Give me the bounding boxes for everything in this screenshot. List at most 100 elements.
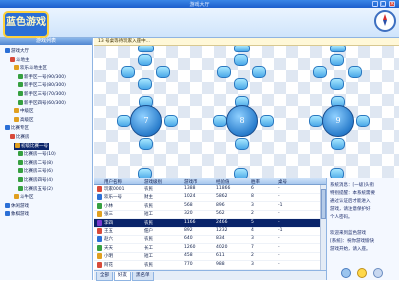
chair[interactable] — [235, 138, 249, 150]
chat-line: [系统]：祝你游戏愉快 — [330, 239, 375, 244]
avatar-icon — [97, 186, 102, 192]
tree-item[interactable]: 斗地主 — [10, 56, 30, 64]
settings-icon[interactable] — [373, 268, 383, 278]
cell-name: 张三 — [104, 212, 113, 218]
cell-table: - — [278, 186, 280, 191]
cell-coins: 1260 — [184, 244, 196, 250]
chair[interactable] — [356, 115, 370, 127]
folder-icon — [18, 185, 23, 191]
tree-item[interactable]: 欢乐斗地主区 — [14, 65, 47, 72]
cell-name: 小林 — [104, 203, 113, 209]
chair[interactable] — [213, 115, 227, 127]
tree-item[interactable]: 比赛房五号(2) — [18, 185, 53, 193]
maximize-button[interactable]: □ — [380, 1, 386, 7]
minimize-button[interactable]: _ — [372, 1, 378, 7]
cell-rate: 2 — [251, 253, 254, 259]
window-title: 游戏大厅 — [189, 2, 210, 8]
folder-icon — [14, 116, 19, 122]
folder-icon — [5, 211, 10, 217]
chair[interactable] — [138, 46, 154, 52]
chair[interactable] — [139, 138, 153, 150]
chair[interactable] — [330, 46, 346, 52]
cell-coins: 1024 — [184, 194, 196, 200]
compass-icon — [374, 10, 396, 32]
tree-item[interactable]: 新手区一号(90/300) — [18, 73, 66, 81]
cell-coins: 892 — [184, 228, 193, 233]
chair[interactable] — [121, 66, 135, 78]
folder-icon — [5, 202, 10, 208]
chair[interactable] — [138, 78, 152, 90]
tree-item[interactable]: 比赛房四号(4) — [18, 177, 53, 184]
cell-exp: 11866 — [216, 186, 231, 191]
tree-item[interactable]: 新手区四号(60/300) — [18, 99, 66, 107]
tree-item[interactable]: 新手区二号(80/300) — [18, 82, 66, 89]
cell-name: 玩家0001 — [104, 187, 125, 192]
player-row[interactable]: 阿花 农民 770 988 3 - — [94, 261, 326, 270]
chair[interactable] — [348, 66, 362, 78]
cell-exp: 2466 — [216, 219, 228, 225]
cell-name: 阿花 — [104, 262, 113, 268]
chair[interactable] — [252, 66, 266, 78]
chair[interactable] — [260, 115, 274, 127]
chair[interactable] — [117, 115, 131, 127]
game-room-board[interactable]: 7 8 9 — [94, 46, 399, 178]
cell-name: 小明 — [104, 254, 113, 260]
chair[interactable] — [330, 168, 344, 178]
cell-name: 王五 — [104, 229, 113, 234]
tree-item[interactable]: 比赛房 — [10, 134, 30, 141]
chair[interactable] — [217, 66, 231, 78]
chair[interactable] — [234, 168, 248, 178]
cell-coins: 568 — [184, 202, 193, 208]
avatar-icon — [97, 236, 102, 243]
cell-level: 农民 — [144, 203, 153, 209]
chair[interactable] — [331, 138, 345, 150]
tree-item-label: 斗牛区 — [20, 195, 34, 201]
tree-item[interactable]: 斗牛区 — [14, 194, 34, 201]
tree-item-label: 象棋游戏 — [11, 212, 29, 218]
close-button[interactable]: × — [389, 1, 395, 7]
avatar-icon — [97, 219, 102, 226]
tree-item[interactable]: 比赛房三号(6) — [18, 168, 53, 175]
chair[interactable] — [330, 54, 344, 66]
cell-table: - — [278, 236, 280, 242]
game-table-8[interactable]: 8 — [226, 105, 258, 137]
chair[interactable] — [309, 115, 323, 127]
tree-item[interactable]: 比赛房二号(8) — [18, 159, 53, 167]
tree-item-label: 休闲游戏 — [11, 203, 29, 209]
chair[interactable] — [138, 168, 152, 178]
folder-icon — [10, 134, 15, 139]
chair[interactable] — [234, 78, 248, 90]
game-table-9[interactable]: 9 — [322, 105, 354, 137]
tree-item[interactable]: 游戏大厅 — [5, 48, 29, 55]
chair[interactable] — [234, 46, 250, 52]
smiley-icon[interactable] — [357, 268, 367, 278]
cell-exp: 4020 — [216, 244, 228, 250]
tree-item[interactable]: 比赛房一号(10) — [18, 151, 56, 158]
cell-coins: 320 — [184, 211, 193, 217]
cell-rate: 2 — [251, 211, 254, 217]
cell-rate: 6 — [251, 186, 254, 191]
tree-item[interactable]: 中级区 — [14, 108, 34, 115]
chair[interactable] — [164, 115, 178, 127]
tree-item[interactable]: 初级比赛一号 — [14, 142, 49, 150]
tree-item[interactable]: 比赛专区 — [5, 125, 29, 132]
tree-item-label: 比赛专区 — [11, 126, 29, 132]
tree-item[interactable]: 象棋游戏 — [5, 211, 29, 218]
game-table-7[interactable]: 7 — [130, 105, 162, 137]
game-tree-title: 游戏列表 — [0, 38, 92, 45]
chat-line: 个人密码。 — [330, 215, 353, 220]
chair[interactable] — [138, 54, 152, 66]
tree-item-label: 新手区四号(60/300) — [24, 100, 66, 106]
tree-item[interactable]: 休闲游戏 — [5, 202, 29, 210]
chair[interactable] — [330, 78, 344, 90]
chair[interactable] — [313, 66, 327, 78]
chat-line: 系统消息：[一级]头衔 — [330, 183, 375, 188]
cell-exp: 611 — [216, 253, 225, 259]
tree-item-label: 比赛房四号(4) — [24, 178, 53, 183]
tree-item[interactable]: 新手区三号(70/300) — [18, 91, 66, 98]
chair[interactable] — [156, 66, 170, 78]
tree-item[interactable]: 高级区 — [14, 116, 34, 124]
tree-item-label: 高级区 — [20, 117, 34, 123]
trash-icon[interactable] — [341, 268, 351, 278]
chair[interactable] — [234, 54, 248, 66]
